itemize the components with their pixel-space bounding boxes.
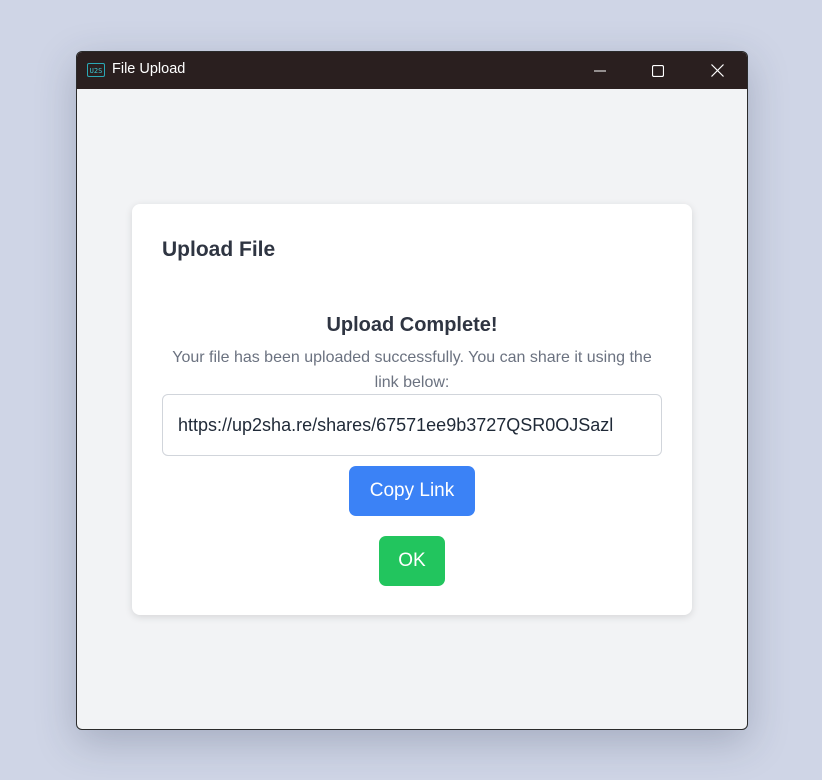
minimize-icon — [594, 70, 606, 71]
close-button[interactable] — [688, 52, 746, 89]
upload-complete-message: Your file has been uploaded successfully… — [172, 349, 652, 391]
window-title: File Upload — [112, 61, 186, 77]
maximize-button[interactable] — [629, 52, 687, 89]
card-title: Upload File — [162, 238, 276, 261]
upload-complete-heading: Upload Complete! — [326, 314, 498, 336]
file-upload-window: U2S File Upload Upload File Upload Compl… — [76, 51, 748, 730]
minimize-button[interactable] — [571, 52, 629, 89]
maximize-icon — [652, 64, 664, 77]
close-icon — [710, 64, 724, 77]
ok-button[interactable]: OK — [379, 536, 445, 586]
title-bar[interactable]: U2S File Upload — [77, 52, 747, 89]
share-link-field[interactable] — [162, 394, 662, 456]
upload-complete-card: Upload File Upload Complete! Your file h… — [132, 204, 692, 615]
app-icon: U2S — [87, 63, 105, 77]
copy-link-button[interactable]: Copy Link — [349, 466, 475, 516]
